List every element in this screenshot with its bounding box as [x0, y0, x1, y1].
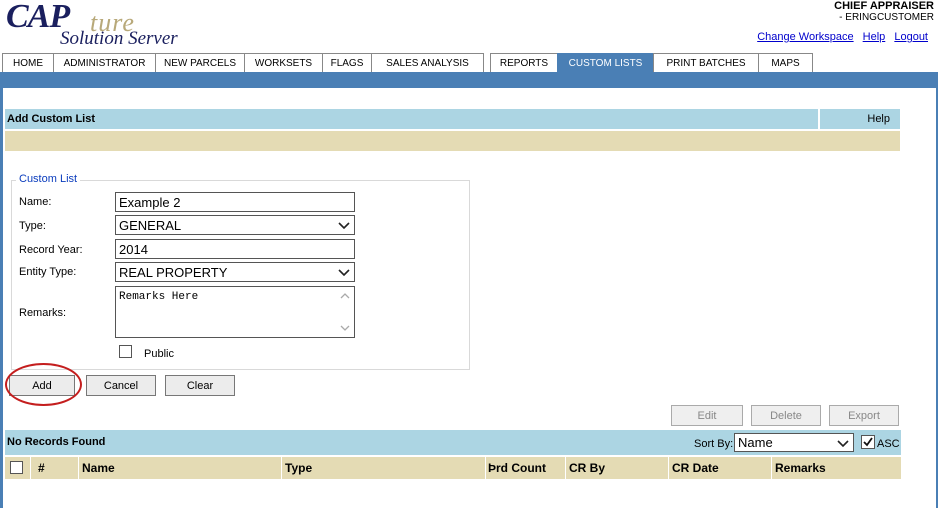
- user-title: CHIEF APPRAISER: [834, 0, 934, 12]
- tab-home[interactable]: HOME: [2, 53, 54, 72]
- checkmark-icon: [863, 437, 873, 447]
- remarks-value: Remarks Here: [119, 291, 199, 303]
- record-year-field[interactable]: 2014: [115, 239, 355, 259]
- delete-button[interactable]: Delete: [751, 405, 821, 426]
- chevron-down-icon: [338, 222, 350, 230]
- list-column-header: # Name Type Þrd Count CR By CR Date Rema…: [5, 457, 901, 479]
- tab-maps[interactable]: MAPS: [758, 53, 813, 72]
- help-link[interactable]: Help: [863, 31, 886, 43]
- tab-new-parcels[interactable]: NEW PARCELS: [155, 53, 245, 72]
- panel-message-bar: [5, 131, 900, 151]
- frame-left-border: [0, 88, 3, 508]
- tab-reports[interactable]: REPORTS: [490, 53, 558, 72]
- name-label: Name:: [19, 196, 52, 208]
- tab-sales-analysis[interactable]: SALES ANALYSIS: [371, 53, 484, 72]
- entity-type-label: Entity Type:: [19, 266, 77, 278]
- type-label: Type:: [19, 220, 46, 232]
- change-workspace-link[interactable]: Change Workspace: [757, 31, 853, 43]
- edit-button[interactable]: Edit: [671, 405, 743, 426]
- record-year-label: Record Year:: [19, 244, 83, 256]
- tab-print-batches[interactable]: PRINT BATCHES: [653, 53, 759, 72]
- col-cr-by[interactable]: CR By: [569, 461, 605, 475]
- record-year-value: 2014: [119, 241, 148, 257]
- add-button[interactable]: Add: [9, 375, 75, 396]
- chevron-down-icon: [837, 440, 849, 448]
- records-status: No Records Found: [7, 436, 106, 448]
- col-cr-date[interactable]: CR Date: [672, 461, 719, 475]
- panel-titlebar: Add Custom List Help: [5, 109, 900, 129]
- fieldset-legend: Custom List: [16, 173, 81, 185]
- entity-type-value: REAL PROPERTY: [119, 264, 228, 280]
- select-all-checkbox[interactable]: [10, 461, 23, 474]
- tab-administrator[interactable]: ADMINISTRATOR: [53, 53, 156, 72]
- export-button[interactable]: Export: [829, 405, 899, 426]
- cancel-button[interactable]: Cancel: [86, 375, 156, 396]
- asc-checkbox[interactable]: [861, 435, 875, 449]
- logout-link[interactable]: Logout: [894, 31, 928, 43]
- sort-by-label: Sort By:: [694, 438, 734, 450]
- remarks-label: Remarks:: [19, 307, 67, 319]
- col-type[interactable]: Type: [285, 461, 312, 475]
- col-name[interactable]: Name: [82, 461, 115, 475]
- sort-by-value: Name: [738, 435, 773, 450]
- tab-custom-lists[interactable]: CUSTOM LISTS: [557, 53, 654, 72]
- panel-help-link[interactable]: Help: [818, 109, 900, 129]
- type-select-value: GENERAL: [119, 217, 182, 233]
- col-number[interactable]: #: [38, 461, 45, 475]
- asc-label: ASC: [877, 438, 900, 450]
- public-checkbox[interactable]: [119, 345, 132, 358]
- sort-by-select[interactable]: Name: [734, 433, 854, 452]
- clear-button[interactable]: Clear: [165, 375, 235, 396]
- entity-type-select[interactable]: REAL PROPERTY: [115, 262, 355, 282]
- list-toolbar: No Records Found Sort By: Name ASC: [5, 430, 901, 455]
- name-field-value: Example 2: [119, 194, 181, 210]
- col-record-count[interactable]: Þrd Count: [488, 461, 546, 475]
- public-label: Public: [144, 348, 174, 360]
- type-select[interactable]: GENERAL: [115, 215, 355, 235]
- top-links: Change Workspace Help Logout: [751, 31, 928, 43]
- name-field[interactable]: Example 2: [115, 192, 355, 212]
- chevron-down-icon: [338, 269, 350, 277]
- tab-flags[interactable]: FLAGS: [322, 53, 372, 72]
- textarea-scrollbar[interactable]: [337, 288, 353, 336]
- nav-underline-bar: [0, 72, 938, 88]
- capture-logo: CAP ture Solution Server: [4, 0, 244, 52]
- main-nav: HOME ADMINISTRATOR NEW PARCELS WORKSETS …: [2, 53, 813, 72]
- user-account: - ERINGCUSTOMER: [839, 12, 934, 23]
- panel-title: Add Custom List: [7, 113, 95, 125]
- tab-worksets[interactable]: WORKSETS: [244, 53, 323, 72]
- remarks-textarea[interactable]: Remarks Here: [115, 286, 355, 338]
- col-remarks[interactable]: Remarks: [775, 461, 826, 475]
- logo-subtitle: Solution Server: [60, 28, 178, 49]
